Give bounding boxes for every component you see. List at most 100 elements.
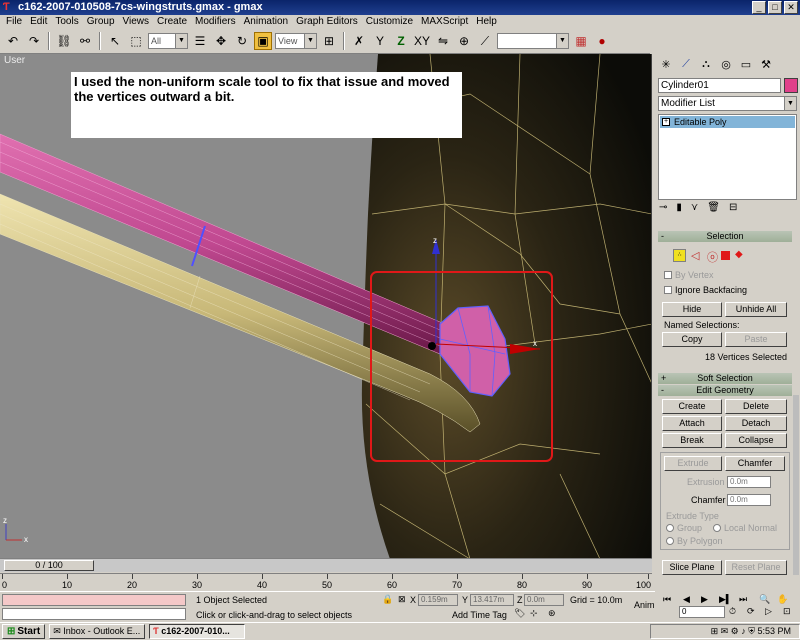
named-selection-dropdown[interactable]: ▼ xyxy=(497,33,569,49)
play-icon[interactable]: ▶ xyxy=(701,594,708,605)
pan-icon[interactable]: ✋ xyxy=(777,594,788,605)
select-scale-icon[interactable]: ▣ xyxy=(254,32,272,50)
modifier-stack[interactable]: + Editable Poly xyxy=(658,114,797,200)
remove-modifier-icon[interactable]: 🗑 xyxy=(707,202,720,218)
snap-icon[interactable]: ⟋ xyxy=(476,32,494,50)
hierarchy-tab-icon[interactable]: ⛬ xyxy=(697,56,715,72)
maximize-viewport-icon[interactable]: ⊡ xyxy=(783,606,791,617)
tray-icons[interactable]: ⊞ ✉ ⚙ ♪ ⛨ xyxy=(711,626,758,636)
edge-mode-icon[interactable]: ◁ xyxy=(691,249,699,262)
ignore-backfacing-checkbox[interactable]: Ignore Backfacing xyxy=(664,285,747,295)
next-frame-icon[interactable]: ▶▍ xyxy=(719,594,733,605)
command-panel-scrollbar[interactable] xyxy=(793,395,799,575)
axis-xy-icon[interactable]: XY xyxy=(413,32,431,50)
menu-animation[interactable]: Animation xyxy=(240,15,292,29)
delete-button[interactable]: Delete xyxy=(725,399,787,414)
reset-plane-button[interactable]: Reset Plane xyxy=(725,560,787,575)
close-button[interactable]: ✕ xyxy=(784,1,798,14)
go-to-start-icon[interactable]: ⏮ xyxy=(663,594,671,605)
menu-maxscript[interactable]: MAXScript xyxy=(417,15,472,29)
prev-frame-icon[interactable]: ◀ xyxy=(683,594,690,605)
time-config-icon[interactable]: ⏱ xyxy=(729,606,736,617)
modify-tab-icon[interactable]: ⟋ xyxy=(677,56,695,72)
display-tab-icon[interactable]: ▭ xyxy=(737,56,755,72)
menu-create[interactable]: Create xyxy=(153,15,191,29)
slice-plane-button[interactable]: Slice Plane xyxy=(662,560,722,575)
minimize-button[interactable]: _ xyxy=(752,1,766,14)
edit-geometry-rollout-header[interactable]: - Edit Geometry xyxy=(658,385,792,396)
gmax-app-icon[interactable]: Ƭ xyxy=(3,1,15,13)
x-coordinate-field[interactable]: 0.159m xyxy=(418,594,458,606)
pivot-center-icon[interactable]: ⊞ xyxy=(320,32,338,50)
start-button[interactable]: ⊞ Start xyxy=(2,624,46,639)
extrusion-spinner[interactable]: 0.0m xyxy=(727,476,771,488)
orbit-icon[interactable]: ⟳ xyxy=(747,606,755,617)
menu-modifiers[interactable]: Modifiers xyxy=(191,15,240,29)
select-move-icon[interactable]: ✥ xyxy=(212,32,230,50)
modifier-list-dropdown[interactable]: Modifier List ▼ xyxy=(658,96,797,111)
menu-customize[interactable]: Customize xyxy=(362,15,417,29)
go-to-end-icon[interactable]: ⏭ xyxy=(739,594,747,605)
menu-tools[interactable]: Tools xyxy=(51,15,82,29)
create-button[interactable]: Create xyxy=(662,399,722,414)
select-by-name-icon[interactable]: ☰ xyxy=(191,32,209,50)
selection-filter-dropdown[interactable]: All ▼ xyxy=(148,33,188,49)
detach-button[interactable]: Detach xyxy=(725,416,787,431)
align-icon[interactable]: ⊕ xyxy=(455,32,473,50)
axis-y-icon[interactable]: Y xyxy=(371,32,389,50)
undo-icon[interactable]: ↶ xyxy=(4,32,22,50)
menu-views[interactable]: Views xyxy=(119,15,154,29)
maximize-button[interactable]: □ xyxy=(768,1,782,14)
extrude-button[interactable]: Extrude xyxy=(664,456,722,471)
axis-x-icon[interactable]: ✗ xyxy=(350,32,368,50)
menu-file[interactable]: File xyxy=(2,15,26,29)
soft-selection-rollout-header[interactable]: + Soft Selection xyxy=(658,373,792,384)
menu-graph-editors[interactable]: Graph Editors xyxy=(292,15,362,29)
taskbar-outlook[interactable]: ✉ Inbox - Outlook E... xyxy=(49,624,146,639)
group-radio[interactable]: Group xyxy=(666,523,702,533)
attach-button[interactable]: Attach xyxy=(662,416,722,431)
time-slider-track[interactable] xyxy=(0,558,652,572)
maxscript-listener-top[interactable] xyxy=(2,594,186,606)
y-coordinate-field[interactable]: 13.417m xyxy=(470,594,514,606)
clock[interactable]: 5:53 PM xyxy=(757,626,791,636)
link-icon[interactable]: ⛓ xyxy=(55,32,73,50)
polygon-mode-icon[interactable] xyxy=(721,251,730,260)
expand-icon[interactable]: + xyxy=(662,118,670,126)
zoom-icon[interactable]: 🔍 xyxy=(759,594,770,605)
menu-help[interactable]: Help xyxy=(472,15,501,29)
menu-edit[interactable]: Edit xyxy=(26,15,51,29)
timeline-ruler[interactable]: 0 10 20 30 40 50 60 70 80 90 100 xyxy=(0,573,652,591)
by-polygon-radio[interactable]: By Polygon xyxy=(666,536,723,546)
select-rotate-icon[interactable]: ↻ xyxy=(233,32,251,50)
selection-rollout-header[interactable]: - Selection xyxy=(658,231,792,242)
configure-modifier-sets-icon[interactable]: ⊟ xyxy=(729,202,737,218)
axis-z-icon[interactable]: Z xyxy=(392,32,410,50)
border-mode-icon[interactable]: ⓞ xyxy=(707,249,718,265)
break-button[interactable]: Break xyxy=(662,433,722,448)
chamfer-spinner[interactable]: 0.0m xyxy=(727,494,771,506)
absolute-mode-icon[interactable]: ⊠ xyxy=(398,594,406,605)
object-name-field[interactable]: Cylinder01 xyxy=(658,78,781,93)
z-coordinate-field[interactable]: 0.0m xyxy=(524,594,564,606)
utilities-tab-icon[interactable]: ⚒ xyxy=(757,56,775,72)
anim-button[interactable]: Anim. xyxy=(634,600,657,610)
redo-icon[interactable]: ↷ xyxy=(25,32,43,50)
paste-button[interactable]: Paste xyxy=(725,332,787,347)
taskbar-gmax[interactable]: Ƭ c162-2007-010... xyxy=(149,624,246,639)
region-select-icon[interactable]: ⬚ xyxy=(127,32,145,50)
render-icon[interactable]: ● xyxy=(593,32,611,50)
object-color-swatch[interactable] xyxy=(784,78,798,93)
select-object-icon[interactable]: ↖ xyxy=(106,32,124,50)
motion-tab-icon[interactable]: ◎ xyxy=(717,56,735,72)
hide-button[interactable]: Hide xyxy=(662,302,722,317)
show-end-result-icon[interactable]: ▮ xyxy=(676,202,682,218)
by-vertex-checkbox[interactable]: By Vertex xyxy=(664,270,714,280)
add-time-tag[interactable]: Add Time Tag xyxy=(452,610,507,620)
field-of-view-icon[interactable]: ▷ xyxy=(765,606,772,617)
stack-item-editable-poly[interactable]: + Editable Poly xyxy=(660,116,795,128)
local-normal-radio[interactable]: Local Normal xyxy=(713,523,777,533)
create-tab-icon[interactable]: ✳ xyxy=(657,56,675,72)
mirror-icon[interactable]: ⇋ xyxy=(434,32,452,50)
vertex-mode-icon[interactable]: ∴ xyxy=(673,249,686,262)
